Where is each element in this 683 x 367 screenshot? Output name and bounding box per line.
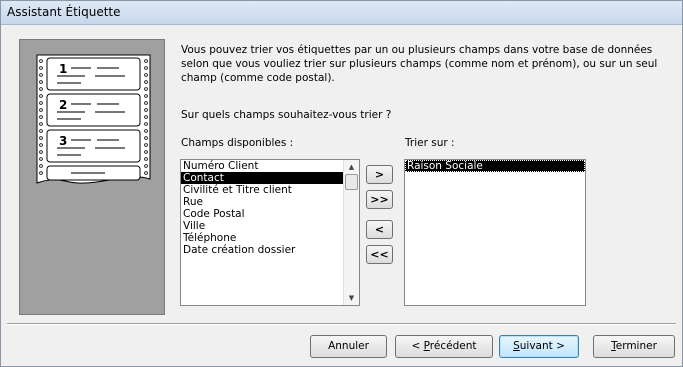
add-field-button[interactable]: > (366, 165, 393, 184)
previous-prefix: < (411, 340, 424, 352)
sort-fields-label: Trier sur : (405, 137, 455, 149)
previous-button[interactable]: < Précédent (395, 335, 493, 358)
list-item[interactable]: Date création dossier (181, 244, 359, 256)
window-title: Assistant Étiquette (7, 5, 121, 19)
list-item[interactable]: Civilité et Titre client (181, 184, 359, 196)
sort-question: Sur quels champs souhaitez-vous trier ? (181, 109, 392, 121)
list-item[interactable]: Téléphone (181, 232, 359, 244)
list-item-selected[interactable]: Raison Sociale (405, 160, 585, 172)
scroll-up-icon[interactable]: ▲ (344, 160, 359, 174)
footer-separator (7, 323, 676, 325)
label-wizard-window: Assistant Étiquette 1 2 3 Vous pouvez tr… (0, 0, 683, 367)
vertical-scrollbar[interactable]: ▲ ▼ (343, 160, 359, 305)
cancel-button[interactable]: Annuler (310, 335, 387, 358)
scroll-thumb[interactable] (345, 174, 358, 190)
finish-rest: erminer (615, 340, 657, 352)
next-rest: uivant > (519, 340, 565, 352)
list-item[interactable]: Numéro Client (181, 160, 359, 172)
previous-rest: récédent (429, 340, 477, 352)
next-button[interactable]: Suivant > (499, 335, 579, 358)
list-item[interactable]: Rue (181, 196, 359, 208)
remove-all-fields-button[interactable]: << (366, 245, 393, 264)
available-fields-label: Champs disponibles : (181, 137, 294, 149)
add-all-fields-button[interactable]: >> (366, 190, 393, 209)
scroll-down-icon[interactable]: ▼ (344, 291, 359, 305)
next-mnemonic: S (513, 340, 520, 352)
list-item-selected[interactable]: Contact (181, 172, 359, 184)
list-item[interactable]: Ville (181, 220, 359, 232)
finish-button[interactable]: Terminer (593, 335, 675, 358)
wizard-content: 1 2 3 Vous pouvez trier vos étiquettes p… (9, 30, 676, 318)
remove-field-button[interactable]: < (366, 220, 393, 239)
label-number-1: 1 (59, 62, 67, 76)
label-number-2: 2 (59, 98, 67, 112)
label-number-3: 3 (59, 134, 67, 148)
sort-fields-list[interactable]: Raison Sociale (404, 159, 586, 306)
label-preview-panel: 1 2 3 (19, 39, 165, 315)
label-sheet-illustration: 1 2 3 (36, 54, 151, 184)
list-item[interactable]: Code Postal (181, 208, 359, 220)
instructions-text: Vous pouvez trier vos étiquettes par un … (181, 44, 658, 84)
title-bar[interactable]: Assistant Étiquette (1, 1, 682, 25)
available-fields-list[interactable]: Numéro Client Contact Civilité et Titre … (180, 159, 360, 306)
